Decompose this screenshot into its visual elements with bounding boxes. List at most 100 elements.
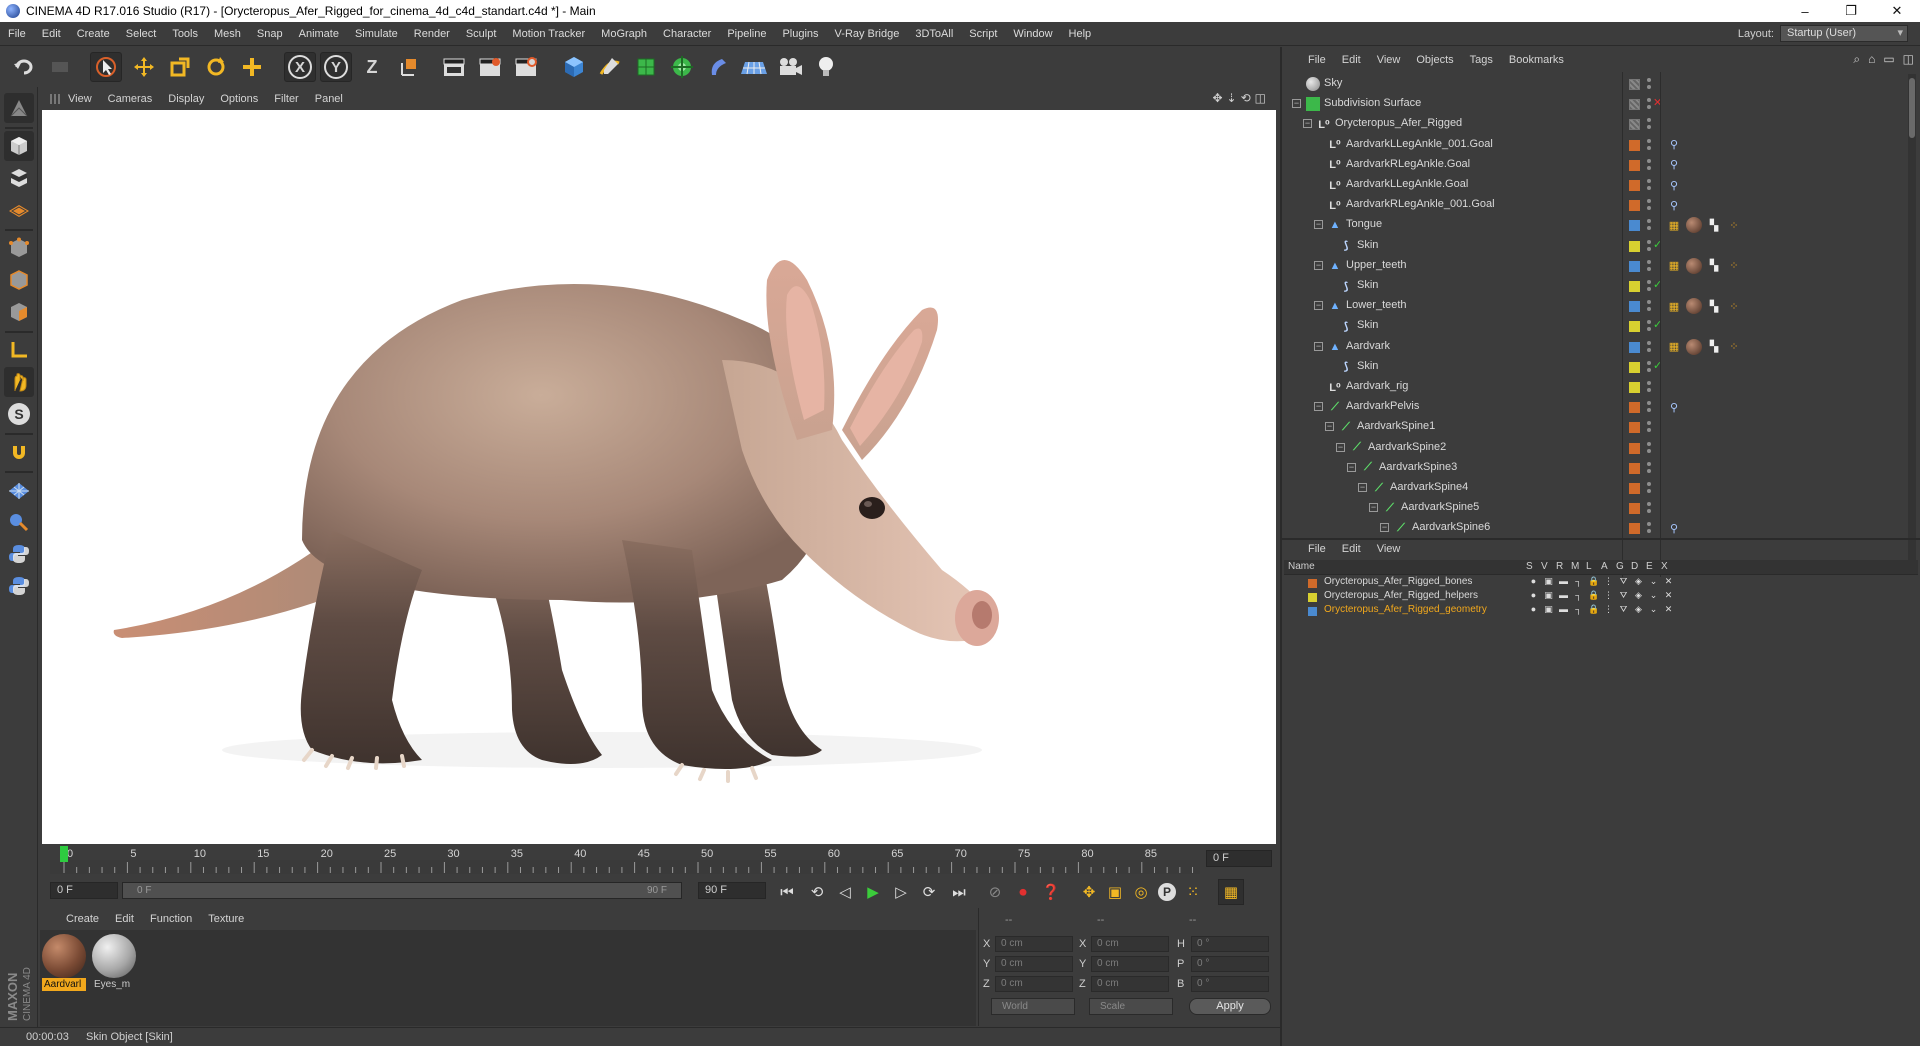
layer-color-swatch[interactable] — [1629, 442, 1640, 454]
visibility-dots[interactable] — [1646, 340, 1652, 354]
spline-pen-button[interactable] — [594, 52, 626, 82]
object-name[interactable]: Skin — [1357, 239, 1378, 251]
menu-mograph[interactable]: MoGraph — [593, 28, 655, 40]
menu-help[interactable]: Help — [1061, 28, 1100, 40]
go-to-start-button[interactable]: ⏮ — [774, 879, 800, 905]
visibility-dots[interactable] — [1646, 279, 1652, 293]
minimize-button[interactable]: – — [1782, 0, 1828, 22]
deformer-toggle-icon[interactable]: ◈ — [1633, 590, 1644, 601]
x-axis-button[interactable]: X — [284, 52, 316, 82]
layer-row[interactable]: Orycteropus_Afer_Rigged_bones ● ▣ ▬ ┐ 🔒 ⋮ ⛛ ◈ ⌄ ✕ — [1284, 576, 1918, 590]
coordinate-system-dropdown[interactable]: World — [991, 998, 1075, 1015]
layer-color-swatch[interactable] — [1629, 361, 1640, 373]
rot-b-field[interactable]: 0 ° — [1191, 976, 1269, 992]
lock-toggle-icon[interactable]: 🔒 — [1588, 576, 1599, 587]
size-x-field[interactable]: 0 cm — [1091, 936, 1169, 952]
material-aardvark[interactable]: Aardvarl — [42, 934, 86, 991]
tweak-mode-button[interactable] — [4, 367, 34, 397]
visibility-dots[interactable] — [1646, 380, 1652, 394]
start-frame-field[interactable]: 0 F — [50, 882, 118, 899]
layer-color-swatch[interactable] — [1629, 382, 1640, 393]
om-menu-tags[interactable]: Tags — [1470, 54, 1493, 66]
visibility-dots[interactable] — [1646, 521, 1652, 535]
object-row[interactable]: − ⟋ AardvarkSpine6 ⚲ — [1284, 518, 1902, 538]
object-row[interactable]: ⟆ Skin ✓ — [1284, 316, 1902, 336]
deformer-toggle-icon[interactable]: ◈ — [1633, 576, 1644, 587]
keyframe-selection-button[interactable]: ❓ — [1038, 879, 1064, 905]
menu-pipeline[interactable]: Pipeline — [719, 28, 774, 40]
object-row[interactable]: L⁰ AardvarkLLegAnkle.Goal ⚲ — [1284, 175, 1902, 195]
expand-toggle[interactable]: − — [1358, 483, 1367, 492]
current-frame-field[interactable]: 0 F — [1206, 850, 1272, 867]
checker-tag-icon[interactable]: ▚ — [1706, 258, 1722, 274]
record-keys-button[interactable]: ⊘ — [982, 879, 1008, 905]
go-to-end-button[interactable]: ⏭ — [946, 879, 972, 905]
layer-name[interactable]: Orycteropus_Afer_Rigged_geometry — [1324, 604, 1487, 615]
viewport-menu-filter[interactable]: Filter — [274, 93, 298, 105]
expand-toggle[interactable]: − — [1314, 220, 1323, 230]
layer-color-swatch[interactable] — [1629, 462, 1640, 474]
texture-mode-button[interactable] — [4, 163, 34, 193]
expand-toggle[interactable]: − — [1303, 119, 1312, 129]
om-menu-objects[interactable]: Objects — [1416, 54, 1453, 66]
apply-button[interactable]: Apply — [1189, 998, 1271, 1015]
checker-tag-icon[interactable]: ▚ — [1706, 217, 1722, 233]
layer-color-swatch[interactable] — [1629, 159, 1640, 171]
search-icon[interactable]: ⌕ — [1853, 52, 1860, 67]
ik-tag-icon[interactable]: ⚲ — [1666, 137, 1682, 153]
generator-toggle-icon[interactable]: ⛛ — [1618, 590, 1629, 601]
visibility-dots[interactable] — [1646, 461, 1652, 475]
layer-name[interactable]: Orycteropus_Afer_Rigged_helpers — [1324, 590, 1478, 601]
object-name[interactable]: Aardvark_rig — [1346, 380, 1408, 392]
object-name[interactable]: AardvarkSpine5 — [1401, 501, 1479, 513]
timeline-ruler[interactable]: 051015202530354045505560657075808590 — [50, 846, 1200, 874]
play-forward-button[interactable]: ▶ — [860, 879, 886, 905]
solo-toggle-icon[interactable]: ● — [1528, 590, 1539, 601]
dots-tag-icon[interactable]: ⁘ — [1726, 339, 1742, 355]
menu-create[interactable]: Create — [69, 28, 118, 40]
layer-color-swatch[interactable] — [1629, 200, 1640, 212]
points-mode-button[interactable] — [4, 233, 34, 263]
object-row[interactable]: − ⟋ AardvarkSpine2 — [1284, 438, 1902, 458]
visibility-dots[interactable] — [1646, 239, 1652, 253]
checker-tag-icon[interactable]: ▚ — [1706, 339, 1722, 355]
object-row[interactable]: ⟆ Skin ✓ — [1284, 236, 1902, 256]
floor-object-button[interactable] — [738, 52, 770, 82]
object-name[interactable]: Orycteropus_Afer_Rigged — [1335, 117, 1462, 129]
scale-tool-button[interactable] — [164, 52, 196, 82]
key-scale-button[interactable]: ▣ — [1102, 879, 1128, 905]
key-pla-button[interactable]: ⁙ — [1180, 879, 1206, 905]
menu-tools[interactable]: Tools — [164, 28, 206, 40]
object-row[interactable]: − ▲ Upper_teeth ▦ ▚ ⁘ — [1284, 256, 1902, 276]
view-toggle-icon[interactable]: ▣ — [1543, 604, 1554, 615]
xref-toggle-icon[interactable]: ✕ — [1663, 604, 1674, 615]
material-menu-edit[interactable]: Edit — [115, 913, 134, 925]
snapping-button[interactable]: S — [4, 399, 34, 429]
size-z-field[interactable]: 0 cm — [1091, 976, 1169, 992]
object-name[interactable]: AardvarkLLegAnkle.Goal — [1346, 178, 1468, 190]
dots-tag-icon[interactable]: ⁘ — [1726, 298, 1742, 314]
layout-dropdown[interactable]: Startup (User) — [1780, 25, 1908, 42]
generator-toggle-icon[interactable]: ⛛ — [1618, 604, 1629, 615]
om-menu-bookmarks[interactable]: Bookmarks — [1509, 54, 1564, 66]
object-row[interactable]: − ⟋ AardvarkSpine4 — [1284, 478, 1902, 498]
menu-window[interactable]: Window — [1005, 28, 1060, 40]
deformer-toggle-icon[interactable]: ◈ — [1633, 604, 1644, 615]
object-name[interactable]: Tongue — [1346, 218, 1382, 230]
lock-toggle-icon[interactable]: 🔒 — [1588, 604, 1599, 615]
ik-tag-icon[interactable]: ⚲ — [1666, 399, 1682, 415]
ik-tag-icon[interactable]: ⚲ — [1666, 520, 1682, 536]
visibility-dots[interactable] — [1646, 97, 1652, 111]
recent-tool-button[interactable] — [236, 52, 268, 82]
model-mode-button[interactable] — [4, 131, 34, 161]
rotate-tool-button[interactable] — [200, 52, 232, 82]
subdivision-surface-button[interactable] — [630, 52, 662, 82]
workplane-mode-button[interactable] — [4, 195, 34, 225]
om-menu-edit[interactable]: Edit — [1342, 54, 1361, 66]
menu-mesh[interactable]: Mesh — [206, 28, 249, 40]
expand-toggle[interactable]: − — [1292, 99, 1301, 109]
layer-color-swatch[interactable] — [1308, 607, 1317, 616]
weight-tag-icon[interactable]: ▦ — [1666, 258, 1682, 274]
weight-tag-icon[interactable]: ▦ — [1666, 217, 1682, 233]
key-rotation-button[interactable]: ◎ — [1128, 879, 1154, 905]
